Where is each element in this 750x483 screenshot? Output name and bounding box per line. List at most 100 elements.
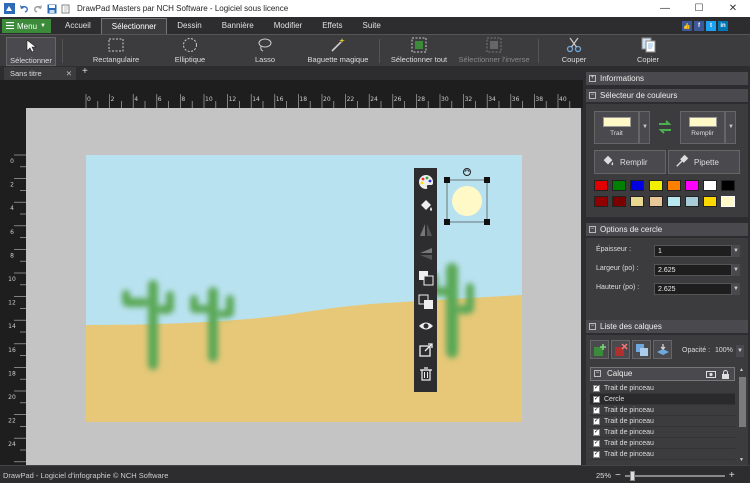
visibility-eye-icon[interactable] (418, 317, 434, 335)
redo-icon[interactable] (32, 3, 43, 14)
layer-visibility-checkbox[interactable]: ✓ (593, 428, 600, 436)
select-tool-button[interactable]: Sélectionner (6, 37, 56, 66)
layer-item[interactable]: ✓ Trait de pinceau (590, 416, 735, 427)
width-input[interactable]: 2.625 (654, 264, 732, 276)
export-icon[interactable] (60, 3, 71, 14)
ellipse-select-button[interactable]: Elliptique (162, 37, 218, 66)
circle-options-header[interactable]: − Options de cercle (586, 223, 748, 236)
tab-selectionner[interactable]: Sélectionner (100, 18, 168, 34)
twitter-icon[interactable]: t (706, 21, 716, 31)
workspace[interactable] (26, 108, 581, 465)
zoom-slider-thumb[interactable] (629, 470, 635, 481)
layer-visibility-checkbox[interactable]: ✓ (593, 406, 600, 414)
delete-trash-icon[interactable] (418, 365, 434, 383)
tab-banniere[interactable]: Bannière (212, 18, 264, 34)
layer-item[interactable]: ✓ Trait de pinceau (590, 405, 735, 416)
tab-accueil[interactable]: Accueil (55, 18, 101, 34)
palette-swatch[interactable] (721, 180, 736, 191)
layer-item[interactable]: ✓ Trait de pinceau (590, 449, 735, 460)
palette-swatch[interactable] (630, 196, 645, 207)
palette-swatch[interactable] (594, 180, 608, 191)
palette-swatch[interactable] (612, 180, 627, 191)
palette-icon[interactable] (418, 173, 434, 191)
palette-swatch[interactable] (594, 196, 608, 207)
thickness-input[interactable]: 1 (654, 245, 732, 257)
height-input[interactable]: 2.625 (654, 283, 732, 295)
bring-forward-icon[interactable] (418, 269, 434, 287)
camera-icon[interactable] (706, 370, 716, 382)
copy-button[interactable]: Copier (630, 37, 666, 66)
eyedropper-button[interactable]: Pipette (668, 150, 740, 174)
palette-swatch[interactable] (721, 196, 736, 207)
maximize-button[interactable]: ☐ (682, 0, 716, 17)
tab-suite[interactable]: Suite (353, 18, 391, 34)
fill-bucket-icon[interactable] (418, 197, 434, 215)
thickness-dropdown[interactable]: ▼ (732, 245, 740, 257)
layer-visibility-checkbox[interactable]: ✓ (593, 439, 600, 447)
delete-layer-button[interactable] (611, 340, 630, 359)
invert-selection-button[interactable]: Sélectionner l'inverse (458, 37, 530, 66)
opacity-value[interactable]: 100% (715, 347, 733, 354)
add-layer-button[interactable] (590, 340, 609, 359)
undo-icon[interactable] (18, 3, 29, 14)
layer-group-header[interactable]: − Calque (590, 367, 735, 381)
layer-item[interactable]: ✓ Trait de pinceau (590, 427, 735, 438)
zoom-slider[interactable] (624, 470, 725, 481)
magic-wand-button[interactable]: Baguette magique (306, 37, 370, 66)
fill-color-button[interactable]: Remplir (680, 111, 725, 144)
width-dropdown[interactable]: ▼ (732, 264, 740, 276)
layer-visibility-checkbox[interactable]: ✓ (593, 384, 600, 392)
palette-swatch[interactable] (648, 196, 663, 207)
close-button[interactable]: ✕ (716, 0, 750, 17)
select-all-button[interactable]: Sélectionner tout (388, 37, 450, 66)
add-tab-button[interactable]: + (82, 66, 88, 77)
palette-swatch[interactable] (666, 180, 681, 191)
zoom-out-button[interactable]: − (615, 470, 621, 481)
layer-visibility-checkbox[interactable]: ✓ (593, 417, 600, 425)
info-panel-header[interactable]: + Informations (586, 72, 748, 85)
drawing-canvas[interactable] (86, 155, 522, 422)
like-icon[interactable]: 👍 (682, 21, 692, 31)
fill-tool-button[interactable]: Remplir (594, 150, 666, 174)
layers-header[interactable]: − Liste des calques (586, 320, 748, 333)
color-picker-header[interactable]: − Sélecteur de couleurs (586, 89, 748, 102)
palette-swatch[interactable] (684, 180, 699, 191)
scroll-down-icon[interactable]: ▼ (739, 457, 744, 463)
stroke-color-button[interactable]: Trait (594, 111, 639, 144)
scrollbar-thumb[interactable] (739, 377, 746, 427)
palette-swatch[interactable] (703, 180, 718, 191)
tab-effets[interactable]: Effets (312, 18, 352, 34)
swap-colors-icon[interactable] (656, 118, 674, 138)
lasso-button[interactable]: Lasso (240, 37, 290, 66)
duplicate-layer-button[interactable] (632, 340, 651, 359)
cut-button[interactable]: Couper (556, 37, 592, 66)
merge-layer-button[interactable] (653, 340, 672, 359)
linkedin-icon[interactable]: in (718, 21, 728, 31)
stroke-dropdown[interactable]: ▼ (639, 111, 650, 144)
layer-item[interactable]: ✓ Trait de pinceau (590, 383, 735, 394)
rect-select-button[interactable]: Rectangulaire (86, 37, 146, 66)
menu-button[interactable]: Menu ▼ (2, 19, 51, 33)
palette-swatch[interactable] (703, 196, 718, 207)
palette-swatch[interactable] (666, 196, 681, 207)
fill-dropdown[interactable]: ▼ (725, 111, 736, 144)
opacity-dropdown[interactable]: ▼ (736, 345, 744, 357)
palette-swatch[interactable] (630, 180, 645, 191)
palette-swatch[interactable] (612, 196, 627, 207)
layer-item[interactable]: ✓ Trait de pinceau (590, 438, 735, 449)
layer-visibility-checkbox[interactable]: ✓ (593, 450, 600, 458)
tab-dessin[interactable]: Dessin (167, 18, 211, 34)
palette-swatch[interactable] (684, 196, 699, 207)
facebook-icon[interactable]: f (694, 21, 704, 31)
tab-modifier[interactable]: Modifier (264, 18, 312, 34)
save-icon[interactable] (46, 3, 57, 14)
flip-horizontal-icon[interactable] (418, 221, 434, 239)
zoom-in-button[interactable]: + (729, 470, 735, 481)
close-tab-icon[interactable]: ✕ (66, 67, 72, 80)
document-tab[interactable]: Sans titre ✕ (4, 67, 76, 80)
layer-item[interactable]: ✓ Cercle (590, 394, 735, 405)
layer-scrollbar[interactable]: ▲ ▼ (738, 367, 747, 463)
height-dropdown[interactable]: ▼ (732, 283, 740, 295)
send-backward-icon[interactable] (418, 293, 434, 311)
open-external-icon[interactable] (418, 341, 434, 359)
